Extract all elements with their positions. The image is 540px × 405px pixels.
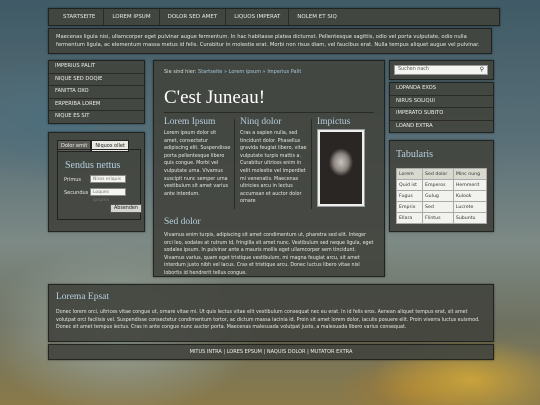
- table-row: Emprix Sed Lucrete: [395, 201, 488, 213]
- title-divider: [164, 112, 374, 113]
- table-box: Tabularis Lorem Sed dolor Minc nung Quid…: [389, 140, 494, 232]
- data-table: Lorem Sed dolor Minc nung Quid ist Emper…: [395, 168, 488, 224]
- table-cell: Sed: [422, 201, 454, 213]
- table-cell: Hemmerit: [452, 179, 488, 191]
- rightnav-item-loand-extra[interactable]: LOAND EXTRA: [390, 121, 493, 133]
- login-tab-panel: Sendus nettus Primus Niros eriquis Secun…: [57, 149, 142, 220]
- column-text: Cras a sapien nulla, sed tincidunt dolor…: [240, 131, 307, 205]
- leftnav-item-imperius-palit[interactable]: IMPERIUS PALIT: [49, 61, 144, 74]
- right-navigation: LOPANDA EXOS NIRUS SOLIQUI IMPERATO SUBI…: [389, 82, 494, 133]
- column-divider: [311, 119, 312, 209]
- page-title: C'est Juneau!: [164, 87, 266, 108]
- topnav-item-dolor-sed-amet[interactable]: DOLOR SED AMET: [160, 9, 227, 25]
- table-cell: Flintus: [422, 212, 454, 224]
- bottom-section-text: Donec lorem orci, ultrices vitae congue …: [56, 310, 480, 331]
- topnav-item-lorem-ipsum[interactable]: LOREM IPSUM: [104, 9, 160, 25]
- login-heading: Sendus nettus: [65, 160, 121, 171]
- table-title: Tabularis: [396, 149, 434, 160]
- main-content: Sie sind hier: Startseite » Lorem ipsum …: [153, 60, 385, 277]
- section-heading: Sed dolor: [164, 217, 201, 227]
- table-cell: Lucrete: [452, 201, 488, 213]
- footer-links[interactable]: MITUS INTRA | LORES EPSUM | NAQUIS DOLOR…: [48, 344, 494, 360]
- table-cell: Kulook: [452, 190, 488, 202]
- table-header-row: Lorem Sed dolor Minc nung: [395, 168, 488, 180]
- table-cell: Fugus: [395, 190, 424, 202]
- breadcrumb-item-imperius-palit[interactable]: Imperius Palit: [267, 69, 301, 75]
- search-box: Suchen nach ⚲: [389, 60, 494, 80]
- breadcrumb-item-lorem-ipsum[interactable]: Lorem ipsum: [229, 69, 261, 75]
- primus-label: Primus: [64, 177, 82, 183]
- bottom-section-heading: Lorema Epsat: [56, 292, 110, 302]
- column-impictus: Impictus: [317, 117, 377, 127]
- table-cell: Ellara: [395, 212, 424, 224]
- topnav-item-liquos-imperat[interactable]: LIQUOS IMPERAT: [226, 9, 290, 25]
- table-row: Fugus Gulug Kulook: [395, 190, 488, 202]
- breadcrumb: Sie sind hier: Startseite » Lorem ipsum …: [164, 69, 301, 75]
- leftnav-item-nique-es-sit[interactable]: NIQUE ES SIT: [49, 111, 144, 123]
- login-box: Dolor emit Niquos ollet Sendus nettus Pr…: [48, 132, 145, 232]
- left-navigation: IMPERIUS PALIT NIQUE SED DOQIE FANITTA O…: [48, 60, 145, 124]
- topnav-item-nolem-et-siq[interactable]: NOLEM ET SIQ: [289, 9, 345, 25]
- table-cell: Emprix: [395, 201, 424, 213]
- rightnav-item-nirus-soliqui[interactable]: NIRUS SOLIQUI: [390, 96, 493, 108]
- portrait-image: [317, 129, 365, 207]
- table-cell: Subuntu: [452, 212, 488, 224]
- table-cell: Quid ist: [395, 179, 424, 191]
- table-header: Lorem: [395, 168, 424, 180]
- column-heading: Ninq dolor: [240, 117, 282, 127]
- top-navigation: STARTSEITE LOREM IPSUM DOLOR SED AMET LI…: [48, 8, 500, 26]
- bottom-section: Lorema Epsat Donec lorem orci, ultrices …: [48, 284, 494, 342]
- column-divider: [234, 119, 235, 209]
- leftnav-item-erperiba-lorem[interactable]: ERPERIBA LOREM: [49, 99, 144, 111]
- secundus-label: Secundus: [64, 190, 89, 196]
- intro-text: Maecenas ligula nisi, ullamcorper eget p…: [48, 28, 492, 54]
- search-placeholder: Suchen nach: [398, 67, 429, 72]
- leftnav-item-nique-sed-doqie[interactable]: NIQUE SED DOQIE: [49, 74, 144, 86]
- table-header: Sed dolor: [422, 168, 454, 180]
- table-cell: Emperos: [422, 179, 454, 191]
- table-header: Minc nung: [452, 168, 488, 180]
- breadcrumb-item-startseite[interactable]: Startseite: [198, 69, 222, 75]
- search-icon[interactable]: ⚲: [480, 66, 484, 74]
- secundus-input[interactable]: Loques ipsums: [90, 188, 126, 203]
- table-row: Quid ist Emperos Hemmerit: [395, 179, 488, 191]
- topnav-item-startseite[interactable]: STARTSEITE: [55, 9, 105, 25]
- search-input[interactable]: Suchen nach ⚲: [394, 65, 488, 75]
- column-heading: Lorem Ipsum: [164, 117, 216, 127]
- primus-input[interactable]: Niros eriquis: [90, 175, 126, 183]
- rightnav-item-imperato-subito[interactable]: IMPERATO SUBITO: [390, 108, 493, 121]
- column-text: Lorem ipsum dolor sit amet, consectetur …: [164, 131, 231, 197]
- breadcrumb-prefix: Sie sind hier:: [164, 69, 197, 75]
- table-row: Ellara Flintus Subuntu: [395, 212, 488, 224]
- column-heading: Impictus: [317, 117, 351, 127]
- leftnav-item-fanitta-oxo[interactable]: FANITTA OXO: [49, 86, 144, 99]
- table-cell: Gulug: [422, 190, 454, 202]
- section-text: Vivamus enim turpis, adipiscing sit amet…: [164, 233, 374, 276]
- rightnav-item-lopanda-exos[interactable]: LOPANDA EXOS: [390, 83, 493, 96]
- submit-button[interactable]: Absenden: [110, 204, 142, 213]
- column-lorem-ipsum: Lorem Ipsum Lorem ipsum dolor sit amet, …: [164, 117, 231, 198]
- column-ninq-dolor: Ninq dolor Cras a sapien nulla, sed tinc…: [240, 117, 308, 206]
